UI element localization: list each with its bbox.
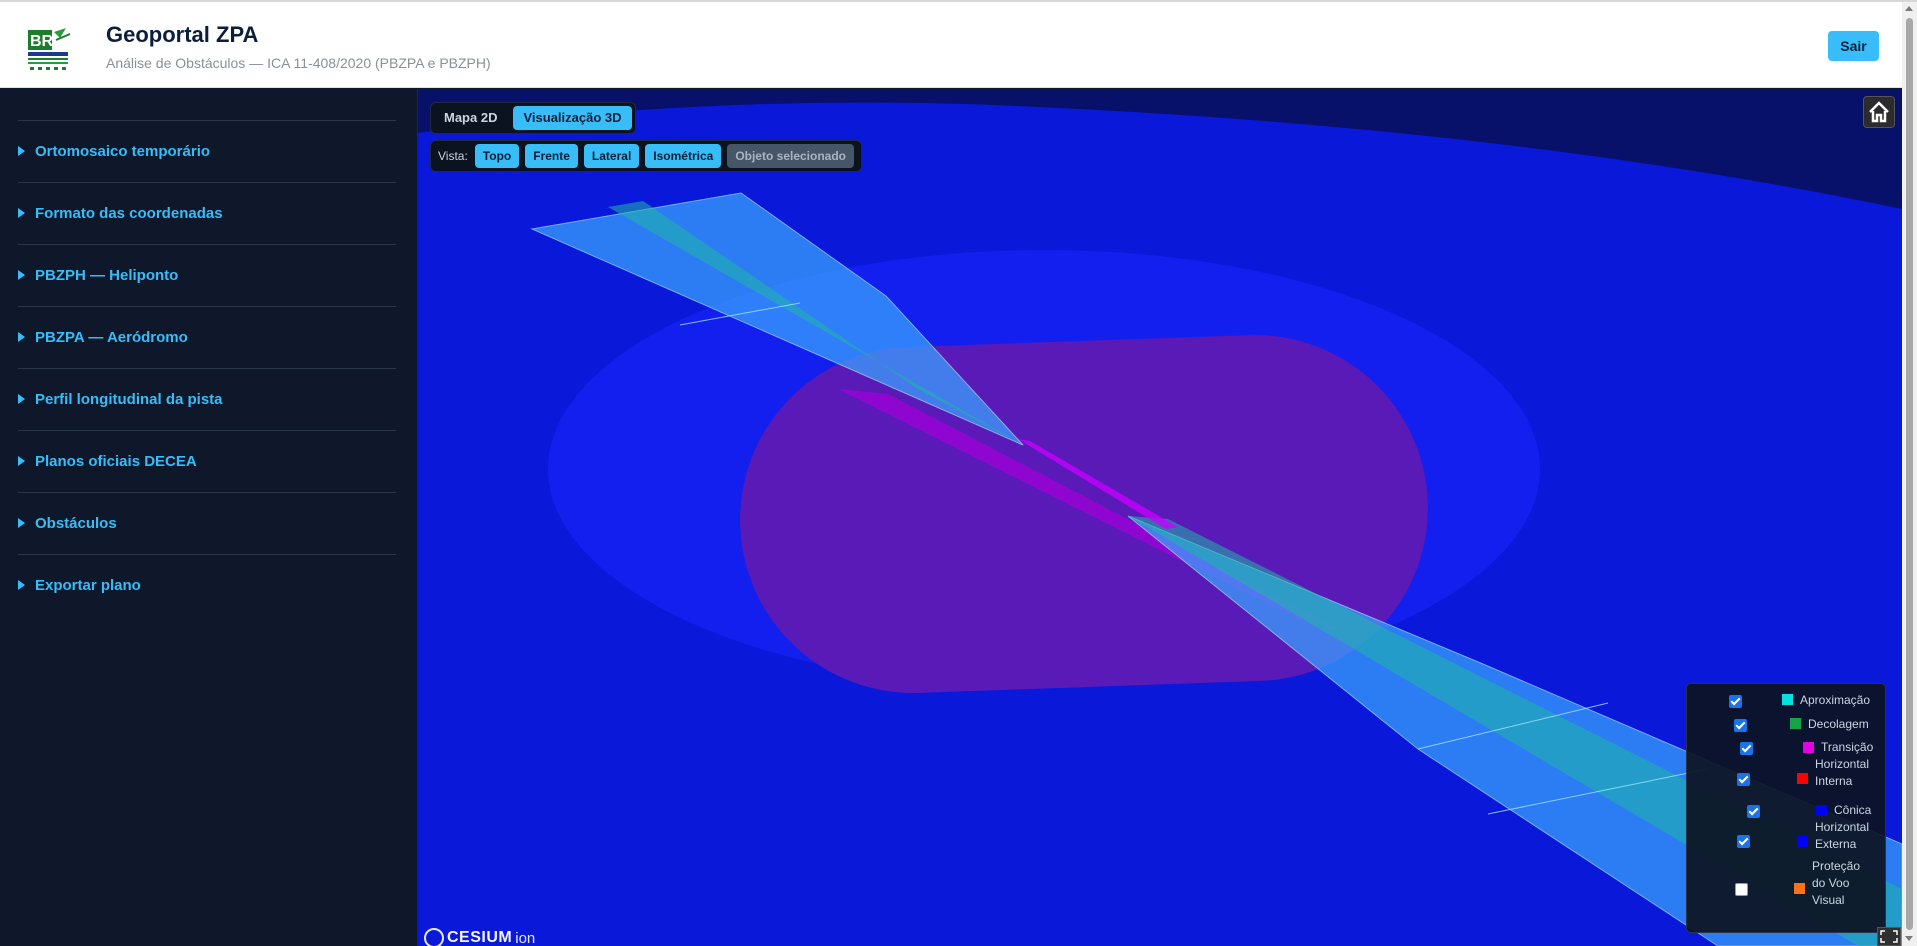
view-top-button[interactable]: Topo [474,144,520,168]
legend-color-swatch [1803,742,1814,753]
cesium-logo-icon [424,928,444,946]
expand-triangle-icon [18,518,25,528]
scroll-down-arrow-icon[interactable] [1905,936,1913,941]
expand-triangle-icon [18,146,25,156]
fullscreen-button[interactable] [1877,927,1901,946]
legend-color-swatch [1794,883,1805,894]
view-selected-object-button[interactable]: Objeto selecionado [727,144,855,168]
sidebar-item-label: Perfil longitudinal da pista [35,391,223,408]
tab-visualizacao-3d[interactable]: Visualização 3D [513,106,632,130]
legend-checkbox[interactable] [1737,773,1750,786]
legend-label: Aproximação [1800,693,1871,707]
map-mode-tabs: Mapa 2D Visualização 3D [430,102,636,134]
legend-label: Horizontal Externa [1815,820,1870,851]
app-title: Geoportal ZPA [106,22,259,47]
sidebar-item-label: Planos oficiais DECEA [35,453,197,470]
logout-button[interactable]: Sair [1828,31,1879,61]
view-side-button[interactable]: Lateral [583,144,640,168]
sidebar-item-label: PBZPH — Heliponto [35,267,179,284]
scrollbar-thumb[interactable] [1906,18,1913,930]
sidebar-item-pbzpa-aerodromo[interactable]: PBZPA — Aeródromo [18,306,396,368]
expand-triangle-icon [18,394,25,404]
layer-legend: Aproximação Decolagem Transição Horizont… [1686,683,1886,933]
3d-scene[interactable] [418,89,1902,946]
page-scrollbar[interactable] [1902,2,1917,946]
expand-triangle-icon [18,456,25,466]
cesium-ion-suffix: ion [515,929,536,946]
sidebar-item-label: PBZPA — Aeródromo [35,329,188,346]
br-consultoria-logo: BR [26,24,84,72]
legend-label: Cônica [1834,803,1872,817]
expand-triangle-icon [18,270,25,280]
sidebar: Ortomosaico temporário Formato das coord… [0,89,418,946]
sidebar-item-pbzph-heliponto[interactable]: PBZPH — Heliponto [18,244,396,306]
legend-color-swatch [1797,836,1808,847]
fullscreen-icon [1880,930,1898,943]
sidebar-item-label: Ortomosaico temporário [35,143,211,160]
sidebar-item-obstaculos[interactable]: Obstáculos [18,492,396,554]
legend-color-swatch [1816,805,1827,816]
legend-checkbox[interactable] [1740,742,1753,755]
legend-label: Proteção do Voo Visual [1812,859,1861,907]
sidebar-item-ortomosaico[interactable]: Ortomosaico temporário [18,120,396,182]
legend-label: Decolagem [1808,717,1869,731]
legend-color-swatch [1797,773,1808,784]
tab-mapa-2d[interactable]: Mapa 2D [434,106,507,130]
sidebar-item-label: Obstáculos [35,515,117,532]
legend-label: Horizontal Interna [1815,757,1870,788]
sidebar-item-perfil-longitudinal[interactable]: Perfil longitudinal da pista [18,368,396,430]
cesium-brand: CESIUM [447,929,513,946]
legend-checkbox[interactable] [1737,835,1750,848]
sidebar-item-exportar-plano[interactable]: Exportar plano [18,554,396,616]
view-front-button[interactable]: Frente [525,144,578,168]
view-label: Vista: [438,149,468,163]
view-isometric-button[interactable]: Isométrica [645,144,722,168]
home-icon [1869,101,1889,123]
legend-checkbox[interactable] [1734,719,1747,732]
legend-checkbox[interactable] [1747,805,1760,818]
legend-checkbox[interactable] [1729,695,1742,708]
svg-text:BR: BR [30,33,54,50]
sidebar-item-planos-decea[interactable]: Planos oficiais DECEA [18,430,396,492]
legend-label: Transição [1821,740,1874,754]
sidebar-item-formato-coordenadas[interactable]: Formato das coordenadas [18,182,396,244]
app-header: BR Geoportal ZPA Análise de Obstáculos —… [0,2,1917,88]
home-view-button[interactable] [1863,96,1895,128]
sidebar-item-label: Exportar plano [35,577,141,594]
sidebar-item-label: Formato das coordenadas [35,205,223,222]
expand-triangle-icon [18,208,25,218]
scroll-up-arrow-icon[interactable] [1905,6,1913,11]
legend-checkbox[interactable] [1735,883,1748,896]
legend-color-swatch [1782,694,1793,705]
expand-triangle-icon [18,332,25,342]
expand-triangle-icon [18,580,25,590]
legend-color-swatch [1790,718,1801,729]
cesium-ion-attribution[interactable]: CESIUM ion [424,927,535,946]
app-subtitle: Análise de Obstáculos — ICA 11-408/2020 … [106,55,491,71]
map-3d-viewer[interactable]: Mapa 2D Visualização 3D Vista: Topo Fren… [418,89,1902,946]
view-toolbar: Vista: Topo Frente Lateral Isométrica Ob… [430,140,863,172]
